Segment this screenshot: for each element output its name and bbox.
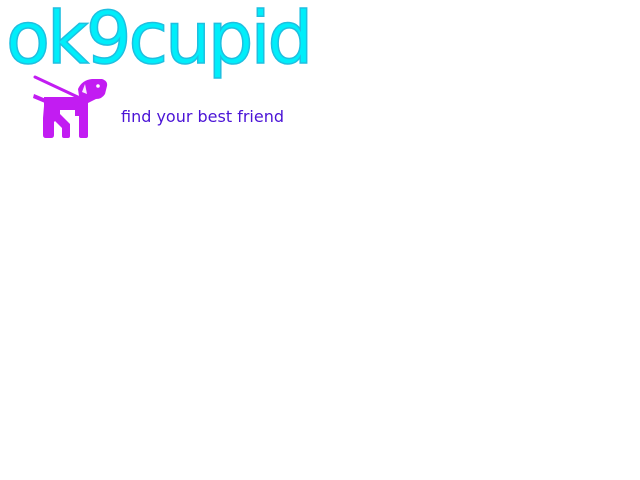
site-logo-wordmark[interactable]: ok9cupid xyxy=(5,0,314,82)
site-tagline: find your best friend xyxy=(121,107,285,126)
dog-on-leash-icon xyxy=(30,72,110,140)
site-header: ok9cupid find your best friend xyxy=(0,0,640,150)
